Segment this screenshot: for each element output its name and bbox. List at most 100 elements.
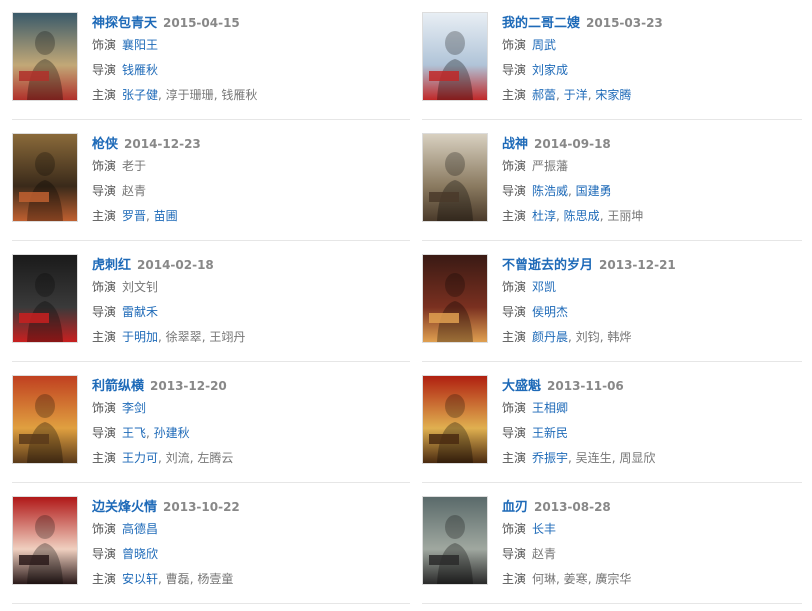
actor-row: 饰演 邓凯	[502, 276, 802, 299]
cast-label: 主演	[502, 330, 527, 344]
poster-image[interactable]	[422, 375, 488, 464]
drama-title-link[interactable]: 虎刺红	[92, 258, 131, 273]
person-link[interactable]: 张子健	[122, 88, 158, 102]
person-link[interactable]: 刘家成	[532, 63, 568, 77]
person-link[interactable]: 颜丹晨	[532, 330, 568, 344]
person-name: 吴连生	[575, 451, 612, 465]
person-link[interactable]: 杜淳	[532, 209, 556, 223]
drama-title-link[interactable]: 大盛魁	[502, 379, 541, 394]
person-link[interactable]: 国建勇	[576, 184, 612, 198]
person-link[interactable]: 乔振宇	[532, 451, 568, 465]
actor-row: 饰演 王相卿	[502, 397, 802, 420]
director-row: 导演 钱雁秋	[92, 59, 410, 82]
person-name: 姜寒	[563, 572, 588, 586]
poster-graphic	[423, 13, 487, 100]
director-label: 导演	[92, 305, 117, 319]
drama-info: 利箭纵横 2013-12-20 饰演 李剑 导演 王飞, 孙建秋 主演 王力可, 刘流, 左腾…	[92, 375, 410, 470]
drama-title-link[interactable]: 边关烽火情	[92, 500, 157, 515]
person-link[interactable]: 宋家腾	[595, 88, 631, 102]
cast-label: 主演	[92, 451, 117, 465]
release-date: 2013-10-22	[163, 500, 240, 514]
drama-info: 虎刺红 2014-02-18 饰演 刘文钊 导演 雷献禾 主演 于明加, 徐翠翠, 王翊丹	[92, 254, 410, 349]
person-link[interactable]: 邓凯	[532, 280, 556, 294]
poster-image[interactable]	[422, 254, 488, 343]
title-line: 神探包青天 2015-04-15	[92, 12, 410, 32]
director-row: 导演 刘家成	[502, 59, 802, 82]
person-link[interactable]: 王相卿	[532, 401, 568, 415]
actor-row: 饰演 高德昌	[92, 518, 410, 541]
poster-image[interactable]	[422, 133, 488, 222]
drama-title-link[interactable]: 神探包青天	[92, 16, 157, 31]
title-line: 我的二哥二嫂 2015-03-23	[502, 12, 802, 32]
cast-label: 主演	[502, 451, 527, 465]
person-link[interactable]: 安以轩	[122, 572, 158, 586]
poster-image[interactable]	[12, 133, 78, 222]
poster-image[interactable]	[12, 12, 78, 101]
person-link[interactable]: 陈浩威	[532, 184, 568, 198]
poster-image[interactable]	[422, 496, 488, 585]
person-link[interactable]: 曾晓欣	[122, 547, 158, 561]
cast-row: 主演 郝蕾, 于洋, 宋家腾	[502, 84, 802, 107]
person-link[interactable]: 苗圃	[154, 209, 178, 223]
drama-title-link[interactable]: 我的二哥二嫂	[502, 16, 580, 31]
actor-label: 饰演	[92, 401, 117, 415]
director-row: 导演 王飞, 孙建秋	[92, 422, 410, 445]
drama-item: 神探包青天 2015-04-15 饰演 襄阳王 导演 钱雁秋 主演 张子健, 淳于珊珊, 钱雁…	[12, 0, 410, 120]
poster-graphic	[13, 497, 77, 584]
actor-label: 饰演	[502, 159, 527, 173]
drama-item: 边关烽火情 2013-10-22 饰演 高德昌 导演 曾晓欣 主演 安以轩, 曹磊, 杨壹童	[12, 484, 410, 604]
drama-title-link[interactable]: 不曾逝去的岁月	[502, 258, 593, 273]
cast-row: 主演 罗晋, 苗圃	[92, 205, 410, 228]
person-link[interactable]: 孙建秋	[154, 426, 190, 440]
person-name: 韩烨	[607, 330, 632, 344]
actor-row: 饰演 刘文钊	[92, 276, 410, 299]
director-label: 导演	[502, 305, 527, 319]
cast-row: 主演 张子健, 淳于珊珊, 钱雁秋	[92, 84, 410, 107]
drama-title-link[interactable]: 枪侠	[92, 137, 118, 152]
actor-row: 饰演 襄阳王	[92, 34, 410, 57]
poster-graphic	[13, 376, 77, 463]
poster-image[interactable]	[422, 12, 488, 101]
separator: ,	[556, 88, 564, 102]
person-link[interactable]: 襄阳王	[122, 38, 158, 52]
person-link[interactable]: 于洋	[564, 88, 588, 102]
separator: ,	[146, 209, 154, 223]
person-link[interactable]: 王飞	[122, 426, 146, 440]
drama-info: 战神 2014-09-18 饰演 严振藩 导演 陈浩威, 国建勇 主演 杜淳, 陈思成, 王丽…	[502, 133, 802, 228]
poster-image[interactable]	[12, 496, 78, 585]
separator: ,	[556, 209, 564, 223]
person-name: 王翊丹	[209, 330, 246, 344]
person-link[interactable]: 陈思成	[564, 209, 600, 223]
drama-title-link[interactable]: 战神	[502, 137, 528, 152]
cast-label: 主演	[502, 209, 527, 223]
poster-image[interactable]	[12, 375, 78, 464]
person-link[interactable]: 长丰	[532, 522, 556, 536]
drama-info: 我的二哥二嫂 2015-03-23 饰演 周武 导演 刘家成 主演 郝蕾, 于洋, 宋家腾	[502, 12, 802, 107]
poster-image[interactable]	[12, 254, 78, 343]
drama-title-link[interactable]: 利箭纵横	[92, 379, 144, 394]
person-link[interactable]: 周武	[532, 38, 556, 52]
person-link[interactable]: 王力可	[122, 451, 158, 465]
person-link[interactable]: 雷献禾	[122, 305, 158, 319]
person-link[interactable]: 王新民	[532, 426, 568, 440]
separator: ,	[158, 88, 166, 102]
title-line: 枪侠 2014-12-23	[92, 133, 410, 153]
title-line: 血刃 2013-08-28	[502, 496, 802, 516]
person-name: 刘文钊	[122, 280, 159, 294]
drama-info: 大盛魁 2013-11-06 饰演 王相卿 导演 王新民 主演 乔振宇, 吴连生, 周显欣	[502, 375, 802, 470]
person-link[interactable]: 侯明杰	[532, 305, 568, 319]
person-link[interactable]: 钱雁秋	[122, 63, 158, 77]
drama-item: 大盛魁 2013-11-06 饰演 王相卿 导演 王新民 主演 乔振宇, 吴连生, 周显欣	[422, 363, 802, 483]
person-name: 周显欣	[619, 451, 656, 465]
drama-item: 利箭纵横 2013-12-20 饰演 李剑 导演 王飞, 孙建秋 主演 王力可, 刘流, 左腾…	[12, 363, 410, 483]
cast-row: 主演 于明加, 徐翠翠, 王翊丹	[92, 326, 410, 349]
director-label: 导演	[502, 547, 527, 561]
person-link[interactable]: 于明加	[122, 330, 158, 344]
person-link[interactable]: 罗晋	[122, 209, 146, 223]
person-link[interactable]: 李剑	[122, 401, 146, 415]
person-name: 钱雁秋	[221, 88, 258, 102]
drama-title-link[interactable]: 血刃	[502, 500, 528, 515]
title-line: 边关烽火情 2013-10-22	[92, 496, 410, 516]
person-link[interactable]: 高德昌	[122, 522, 158, 536]
person-link[interactable]: 郝蕾	[532, 88, 556, 102]
